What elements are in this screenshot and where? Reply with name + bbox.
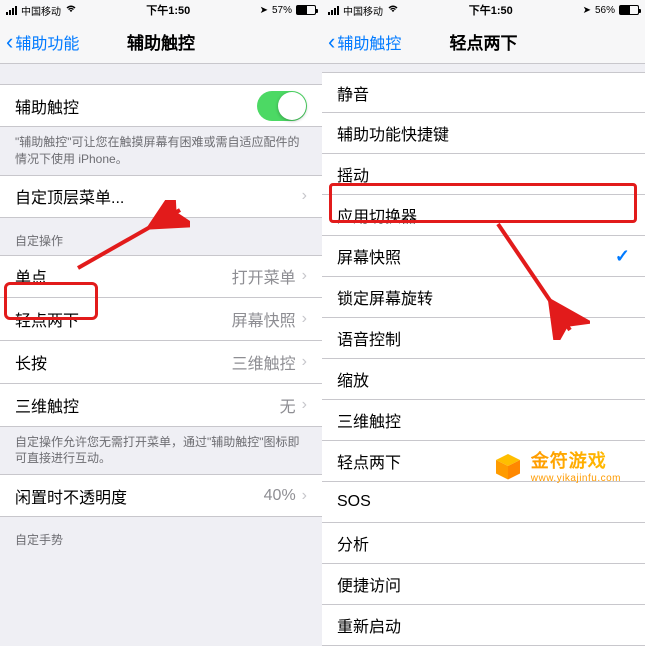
option-cell[interactable]: 便捷访问 [322, 564, 645, 605]
battery-icon [296, 5, 316, 15]
status-bar: 中国移动 下午1:50 ➤ 57% [0, 0, 322, 20]
option-cell[interactable]: 屏幕快照✓ [322, 236, 645, 277]
battery-icon [619, 5, 639, 15]
option-cell[interactable]: 辅助功能快捷键 [322, 113, 645, 154]
action-label: 长按 [15, 350, 232, 374]
battery-percent: 57% [272, 5, 292, 16]
location-icon: ➤ [260, 5, 268, 16]
watermark-url: www.yikajinfu.com [531, 473, 621, 484]
option-label: 摇动 [337, 162, 630, 186]
assistive-touch-toggle-cell[interactable]: 辅助触控 [0, 84, 322, 127]
status-time: 下午1:50 [146, 2, 190, 18]
option-label: 屏幕快照 [337, 244, 615, 268]
chevron-right-icon: › [302, 353, 307, 371]
action-value: 无 [280, 393, 296, 417]
location-icon: ➤ [583, 5, 591, 16]
option-label: SOS [337, 493, 630, 511]
back-button[interactable]: ‹ 辅助触控 [328, 30, 401, 54]
option-cell[interactable]: 重新启动 [322, 605, 645, 646]
option-label: 辅助功能快捷键 [337, 121, 630, 145]
option-cell[interactable]: 锁定屏幕旋转 [322, 277, 645, 318]
idle-opacity-cell[interactable]: 闲置时不透明度 40% › [0, 474, 322, 517]
action-single-tap-cell[interactable]: 单点 打开菜单 › [0, 255, 322, 298]
signal-icon [6, 6, 17, 15]
toggle-switch[interactable] [257, 91, 307, 121]
cube-icon [493, 451, 523, 481]
back-button[interactable]: ‹ 辅助功能 [6, 30, 79, 54]
chevron-right-icon: › [302, 187, 307, 205]
option-cell[interactable]: 语音控制 [322, 318, 645, 359]
customize-menu-cell[interactable]: 自定顶层菜单... › [0, 175, 322, 218]
actions-footer: 自定操作允许您无需打开菜单，通过"辅助触控"图标即可直接进行互动。 [0, 427, 322, 475]
battery-percent: 56% [595, 5, 615, 16]
option-cell[interactable]: 摇动 [322, 154, 645, 195]
action-value: 三维触控 [232, 350, 296, 374]
wifi-icon [387, 4, 399, 16]
status-time: 下午1:50 [469, 2, 513, 18]
option-cell[interactable]: 缩放 [322, 359, 645, 400]
toggle-footer: "辅助触控"可让您在触摸屏幕有困难或需自适应配件的情况下使用 iPhone。 [0, 127, 322, 175]
option-cell[interactable]: 应用切换器 [322, 195, 645, 236]
customize-menu-label: 自定顶层菜单... [15, 184, 302, 208]
status-bar: 中国移动 下午1:50 ➤ 56% [322, 0, 645, 20]
action-label: 三维触控 [15, 393, 280, 417]
nav-bar: ‹ 辅助功能 辅助触控 [0, 20, 322, 64]
idle-opacity-label: 闲置时不透明度 [15, 484, 264, 508]
carrier-label: 中国移动 [343, 3, 383, 18]
screen-double-tap-options: 中国移动 下午1:50 ➤ 56% ‹ 辅助触控 轻点两下 静音辅助功能快捷键摇… [322, 0, 645, 646]
watermark-title: 金符游戏 [531, 447, 621, 473]
option-label: 分析 [337, 531, 630, 555]
option-label: 语音控制 [337, 326, 630, 350]
option-cell[interactable]: SOS [322, 482, 645, 523]
back-label: 辅助功能 [15, 30, 79, 54]
section-gestures-header: 自定手势 [0, 517, 322, 554]
chevron-right-icon: › [302, 396, 307, 414]
signal-icon [328, 6, 339, 15]
back-chevron-icon: ‹ [328, 31, 335, 53]
wifi-icon [65, 4, 77, 16]
checkmark-icon: ✓ [615, 246, 630, 267]
action-double-tap-cell[interactable]: 轻点两下 屏幕快照 › [0, 298, 322, 341]
idle-opacity-value: 40% [264, 487, 296, 505]
watermark: 金符游戏 www.yikajinfu.com [493, 447, 621, 484]
action-value: 打开菜单 [232, 264, 296, 288]
option-label: 重新启动 [337, 613, 630, 637]
back-label: 辅助触控 [337, 30, 401, 54]
screen-assistive-touch: 中国移动 下午1:50 ➤ 57% ‹ 辅助功能 辅助触控 辅助触控 [0, 0, 322, 646]
option-label: 便捷访问 [337, 572, 630, 596]
action-label: 轻点两下 [15, 307, 232, 331]
option-label: 应用切换器 [337, 203, 630, 227]
toggle-label: 辅助触控 [15, 94, 257, 118]
option-cell[interactable]: 分析 [322, 523, 645, 564]
action-value: 屏幕快照 [232, 307, 296, 331]
option-label: 锁定屏幕旋转 [337, 285, 630, 309]
nav-bar: ‹ 辅助触控 轻点两下 [322, 20, 645, 64]
chevron-right-icon: › [302, 310, 307, 328]
option-cell[interactable]: 静音 [322, 72, 645, 113]
option-cell[interactable]: 三维触控 [322, 400, 645, 441]
action-long-press-cell[interactable]: 长按 三维触控 › [0, 341, 322, 384]
back-chevron-icon: ‹ [6, 31, 13, 53]
option-label: 静音 [337, 81, 630, 105]
section-actions-header: 自定操作 [0, 218, 322, 255]
carrier-label: 中国移动 [21, 3, 61, 18]
chevron-right-icon: › [302, 487, 307, 505]
chevron-right-icon: › [302, 267, 307, 285]
action-3d-touch-cell[interactable]: 三维触控 无 › [0, 384, 322, 427]
action-label: 单点 [15, 264, 232, 288]
option-label: 缩放 [337, 367, 630, 391]
option-label: 三维触控 [337, 408, 630, 432]
